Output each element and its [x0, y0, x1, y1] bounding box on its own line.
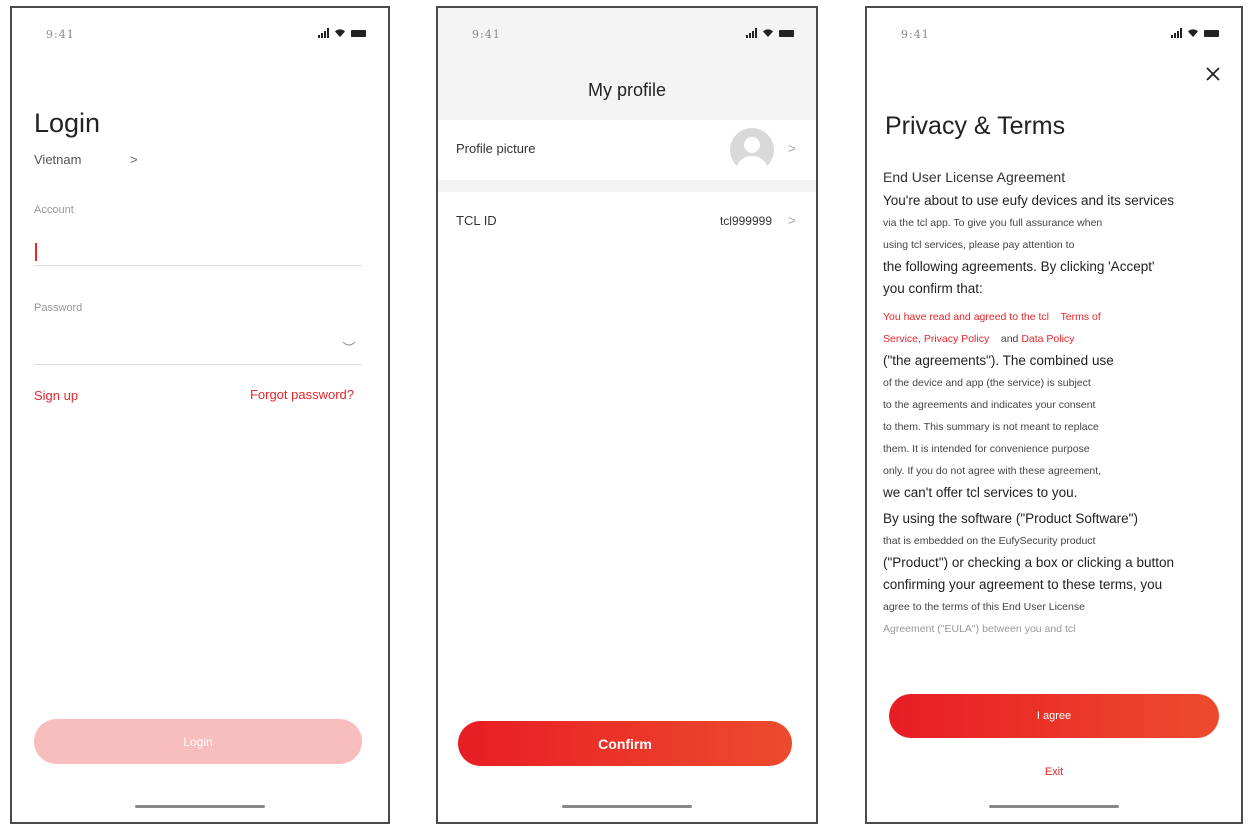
password-label: Password [34, 302, 83, 314]
terms-text: By using the software ("Product Software… [883, 511, 1138, 526]
tcl-id-value: tcl999999 [719, 214, 772, 228]
terms-text: to the agreements and indicates your con… [883, 399, 1096, 411]
region-selector[interactable]: Vietnam [34, 152, 81, 167]
terms-text: the following agreements. By clicking 'A… [883, 259, 1155, 274]
status-bar: 9:41 [438, 26, 816, 46]
terms-text: we can't offer tcl services to you. [883, 485, 1078, 500]
terms-text: of the device and app (the service) is s… [883, 377, 1091, 389]
battery-icon [1204, 29, 1219, 37]
terms-text: via the tcl app. To give you full assura… [883, 217, 1103, 229]
home-indicator [562, 805, 692, 808]
home-indicator [135, 805, 265, 808]
page-title: My profile [587, 80, 667, 100]
login-screen: 9:41 Login Vietnam > Account Password Si… [10, 6, 390, 824]
terms-content[interactable]: End User License Agreement You're about … [883, 164, 1229, 684]
account-input[interactable] [35, 243, 37, 261]
sign-up-link[interactable]: Sign up [34, 388, 78, 403]
status-time: 9:41 [46, 28, 75, 41]
privacy-policy-link[interactable]: Service, Privacy Policy [883, 333, 989, 345]
terms-text: You're about to use eufy devices and its… [883, 193, 1175, 208]
forgot-password-link[interactable]: Forgot password? [250, 387, 354, 402]
confirm-button[interactable]: Confirm [458, 721, 792, 766]
password-input[interactable] [34, 364, 362, 365]
terms-text: only. If you do not agree with these agr… [883, 465, 1102, 477]
terms-text: agree to the terms of this End User Lice… [883, 601, 1085, 613]
terms-text: using tcl services, please pay attention… [883, 239, 1075, 251]
close-icon[interactable] [1205, 66, 1221, 82]
terms-text: ("the agreements"). The combined use [883, 353, 1114, 368]
terms-text: and [1000, 333, 1019, 345]
signal-icon [746, 28, 757, 38]
tcl-id-row[interactable]: TCL ID tcl999999 > [438, 192, 816, 252]
account-underline [34, 265, 362, 266]
profile-picture-label: Profile picture [456, 141, 536, 156]
battery-icon [351, 29, 366, 37]
account-label: Account [34, 204, 74, 216]
terms-text: you confirm that: [883, 281, 983, 296]
terms-text: Agreement ("EULA") between you and tcl [883, 623, 1076, 635]
status-time: 9:41 [901, 28, 930, 41]
page-title: Privacy & Terms [885, 112, 1066, 140]
profile-picture-row[interactable]: Profile picture > [438, 120, 816, 180]
status-bar: 9:41 [12, 26, 388, 46]
terms-text: them. It is intended for convenience pur… [883, 443, 1090, 455]
terms-text: confirming your agreement to these terms… [883, 577, 1163, 592]
eye-closed-icon[interactable] [342, 340, 356, 348]
terms-text-line: You have read and agreed to the tcl Term… [883, 306, 1229, 328]
chevron-right-icon: > [787, 212, 796, 228]
section-heading: End User License Agreement [883, 169, 1066, 185]
home-indicator [989, 805, 1119, 808]
page-title: Login [34, 108, 101, 138]
terms-of-service-link[interactable]: Terms of [1060, 311, 1100, 323]
status-time: 9:41 [472, 28, 501, 41]
terms-text: You have read and agreed to the tcl [883, 311, 1049, 323]
login-button[interactable]: Login [34, 719, 362, 764]
chevron-right-icon: > [787, 140, 796, 156]
battery-icon [779, 29, 794, 37]
status-bar: 9:41 [867, 26, 1241, 46]
terms-text: to them. This summary is not meant to re… [883, 421, 1099, 433]
wifi-icon [763, 29, 773, 37]
wifi-icon [1188, 29, 1198, 37]
privacy-screen: 9:41 Privacy & Terms End User License Ag… [865, 6, 1243, 824]
profile-screen: 9:41 My profile Profile picture > TCL ID… [436, 6, 818, 824]
signal-icon [1171, 28, 1182, 38]
tcl-id-label: TCL ID [456, 213, 497, 228]
chevron-right-icon[interactable]: > [130, 152, 138, 167]
data-policy-link[interactable]: Data Policy [1021, 333, 1074, 345]
terms-text-line: Service, Privacy Policy and Data Policy [883, 328, 1229, 350]
wifi-icon [335, 29, 345, 37]
terms-text: ("Product") or checking a box or clickin… [883, 555, 1174, 570]
terms-text: that is embedded on the EufySecurity pro… [883, 535, 1096, 547]
avatar-icon [730, 128, 774, 172]
exit-link[interactable]: Exit [867, 766, 1241, 778]
agree-button[interactable]: I agree [889, 694, 1219, 738]
signal-icon [318, 28, 329, 38]
